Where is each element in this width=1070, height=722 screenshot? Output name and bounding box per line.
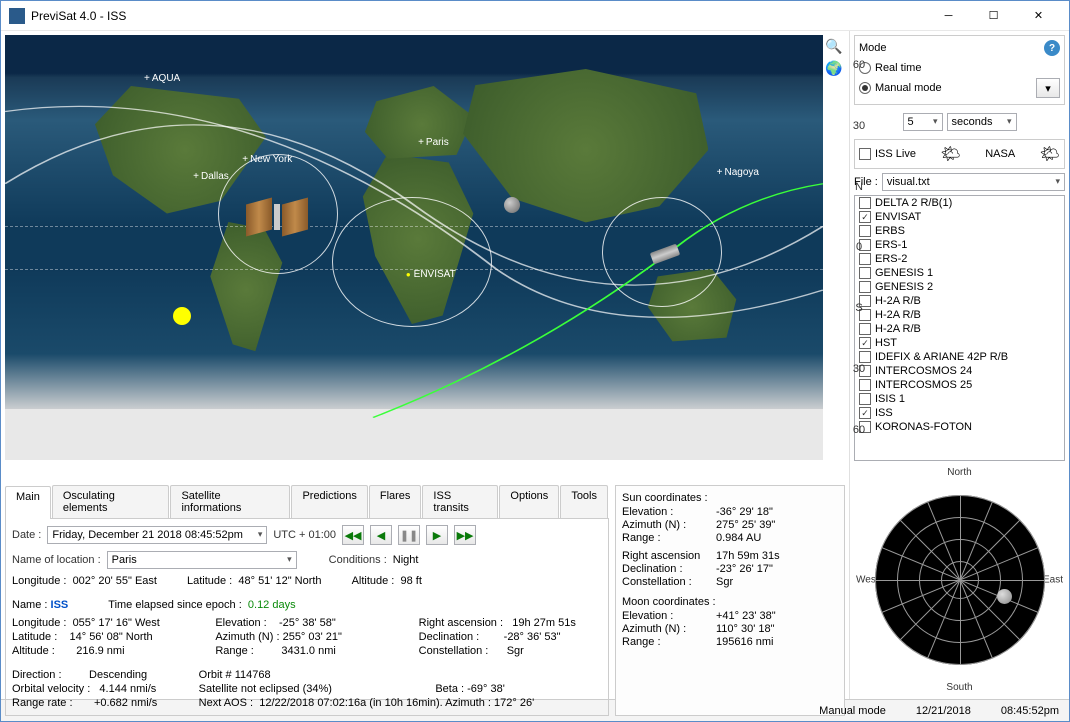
sat-item[interactable]: ERS-1 xyxy=(855,238,1064,252)
tab-satellite-informations[interactable]: Satellite informations xyxy=(170,485,290,518)
sat-item[interactable]: INTERCOSMOS 24 xyxy=(855,364,1064,378)
pause-button[interactable]: ❚❚ xyxy=(398,525,420,545)
moon-sky-marker xyxy=(997,589,1012,604)
moon-marker xyxy=(504,197,520,213)
city-label: Nagoya xyxy=(717,167,759,178)
window-title: PreviSat 4.0 - ISS xyxy=(31,9,926,23)
city-label: New York xyxy=(242,154,292,165)
mode-dropdown-button[interactable]: ▾ xyxy=(1036,78,1060,98)
location-select[interactable]: Paris xyxy=(107,551,297,569)
location-label: Name of location : xyxy=(12,554,101,566)
status-date: 12/21/2018 xyxy=(916,705,971,717)
satellite-list[interactable]: DELTA 2 R/B(1)ENVISATERBSERS-1ERS-2GENES… xyxy=(854,195,1065,461)
tab-iss-transits[interactable]: ISS transits xyxy=(422,485,498,518)
city-label: Paris xyxy=(418,137,449,148)
nasa-sun-icon[interactable]: 🌤 xyxy=(940,144,960,164)
sat-item[interactable]: H-2A R/B xyxy=(855,294,1064,308)
close-button[interactable]: ✕ xyxy=(1016,1,1061,30)
rewind-button[interactable]: ◀ xyxy=(370,525,392,545)
step-value-select[interactable]: 5 xyxy=(903,113,943,131)
date-field[interactable]: Friday, December 21 2018 08:45:52pm xyxy=(47,526,267,544)
titlebar: PreviSat 4.0 - ISS ─ ☐ ✕ xyxy=(1,1,1069,31)
sat-item[interactable]: ENVISAT xyxy=(855,210,1064,224)
latitude-labels: 6030N0S3060 xyxy=(849,35,869,460)
sat-item[interactable]: ERS-2 xyxy=(855,252,1064,266)
status-mode: Manual mode xyxy=(819,705,886,717)
zoom-icon[interactable]: 🔍 xyxy=(825,37,843,55)
city-label: AQUA xyxy=(144,73,180,84)
sat-item[interactable]: H-2A R/B xyxy=(855,322,1064,336)
world-map[interactable]: AQUANew YorkDallasParisNagoya ENVISAT 15… xyxy=(5,35,823,460)
sat-item[interactable]: ERBS xyxy=(855,224,1064,238)
sat-item[interactable]: HST xyxy=(855,336,1064,350)
help-icon[interactable]: ? xyxy=(1044,40,1060,56)
sun-marker xyxy=(173,307,191,325)
rewind-fast-button[interactable]: ◀◀ xyxy=(342,525,364,545)
sat-item[interactable]: DELTA 2 R/B(1) xyxy=(855,196,1064,210)
tab-main[interactable]: Main xyxy=(5,486,51,519)
maximize-button[interactable]: ☐ xyxy=(971,1,1016,30)
iss-marker xyxy=(242,197,312,237)
weather-icon[interactable]: 🌤 xyxy=(1040,144,1060,164)
tab-predictions[interactable]: Predictions xyxy=(291,485,367,518)
tab-options[interactable]: Options xyxy=(499,485,559,518)
sat-item[interactable]: GENESIS 1 xyxy=(855,266,1064,280)
sat-item[interactable]: KORONAS-FOTON xyxy=(855,420,1064,434)
tab-tools[interactable]: Tools xyxy=(560,485,608,518)
sat-item[interactable]: ISS xyxy=(855,406,1064,420)
sky-chart: North South West East xyxy=(854,465,1065,695)
sat-item[interactable]: H-2A R/B xyxy=(855,308,1064,322)
tab-flares[interactable]: Flares xyxy=(369,485,422,518)
tab-osculating-elements[interactable]: Osculating elements xyxy=(52,485,170,518)
mode-panel: Mode? Real time Manual mode▾ xyxy=(854,35,1065,105)
manual-radio[interactable]: Manual mode▾ xyxy=(859,76,1060,100)
map-sat-label: ENVISAT xyxy=(406,269,456,280)
utc-offset: UTC + 01:00 xyxy=(273,529,336,541)
tab-bar: MainOsculating elementsSatellite informa… xyxy=(5,485,609,519)
app-icon xyxy=(9,8,25,24)
globe-icon[interactable]: 🌍 xyxy=(825,59,843,77)
step-unit-select[interactable]: seconds xyxy=(947,113,1017,131)
sat-item[interactable]: INTERCOSMOS 25 xyxy=(855,378,1064,392)
conditions-label: Conditions : xyxy=(329,554,387,566)
sat-item[interactable]: ISIS 1 xyxy=(855,392,1064,406)
satellite-name: ISS xyxy=(51,599,69,611)
status-time: 08:45:52pm xyxy=(1001,705,1059,717)
play-button[interactable]: ▶ xyxy=(426,525,448,545)
forward-fast-button[interactable]: ▶▶ xyxy=(454,525,476,545)
minimize-button[interactable]: ─ xyxy=(926,1,971,30)
sun-moon-panel: Sun coordinates : Elevation :-36° 29' 18… xyxy=(615,485,845,716)
date-label: Date : xyxy=(12,529,41,541)
main-tab-panel: Date : Friday, December 21 2018 08:45:52… xyxy=(5,519,609,716)
realtime-radio[interactable]: Real time xyxy=(859,60,1060,76)
tle-file-select[interactable]: visual.txt xyxy=(882,173,1065,191)
conditions-value: Night xyxy=(393,554,419,566)
city-label: Dallas xyxy=(193,171,229,182)
sat-item[interactable]: GENESIS 2 xyxy=(855,280,1064,294)
sat-item[interactable]: IDEFIX & ARIANE 42P R/B xyxy=(855,350,1064,364)
